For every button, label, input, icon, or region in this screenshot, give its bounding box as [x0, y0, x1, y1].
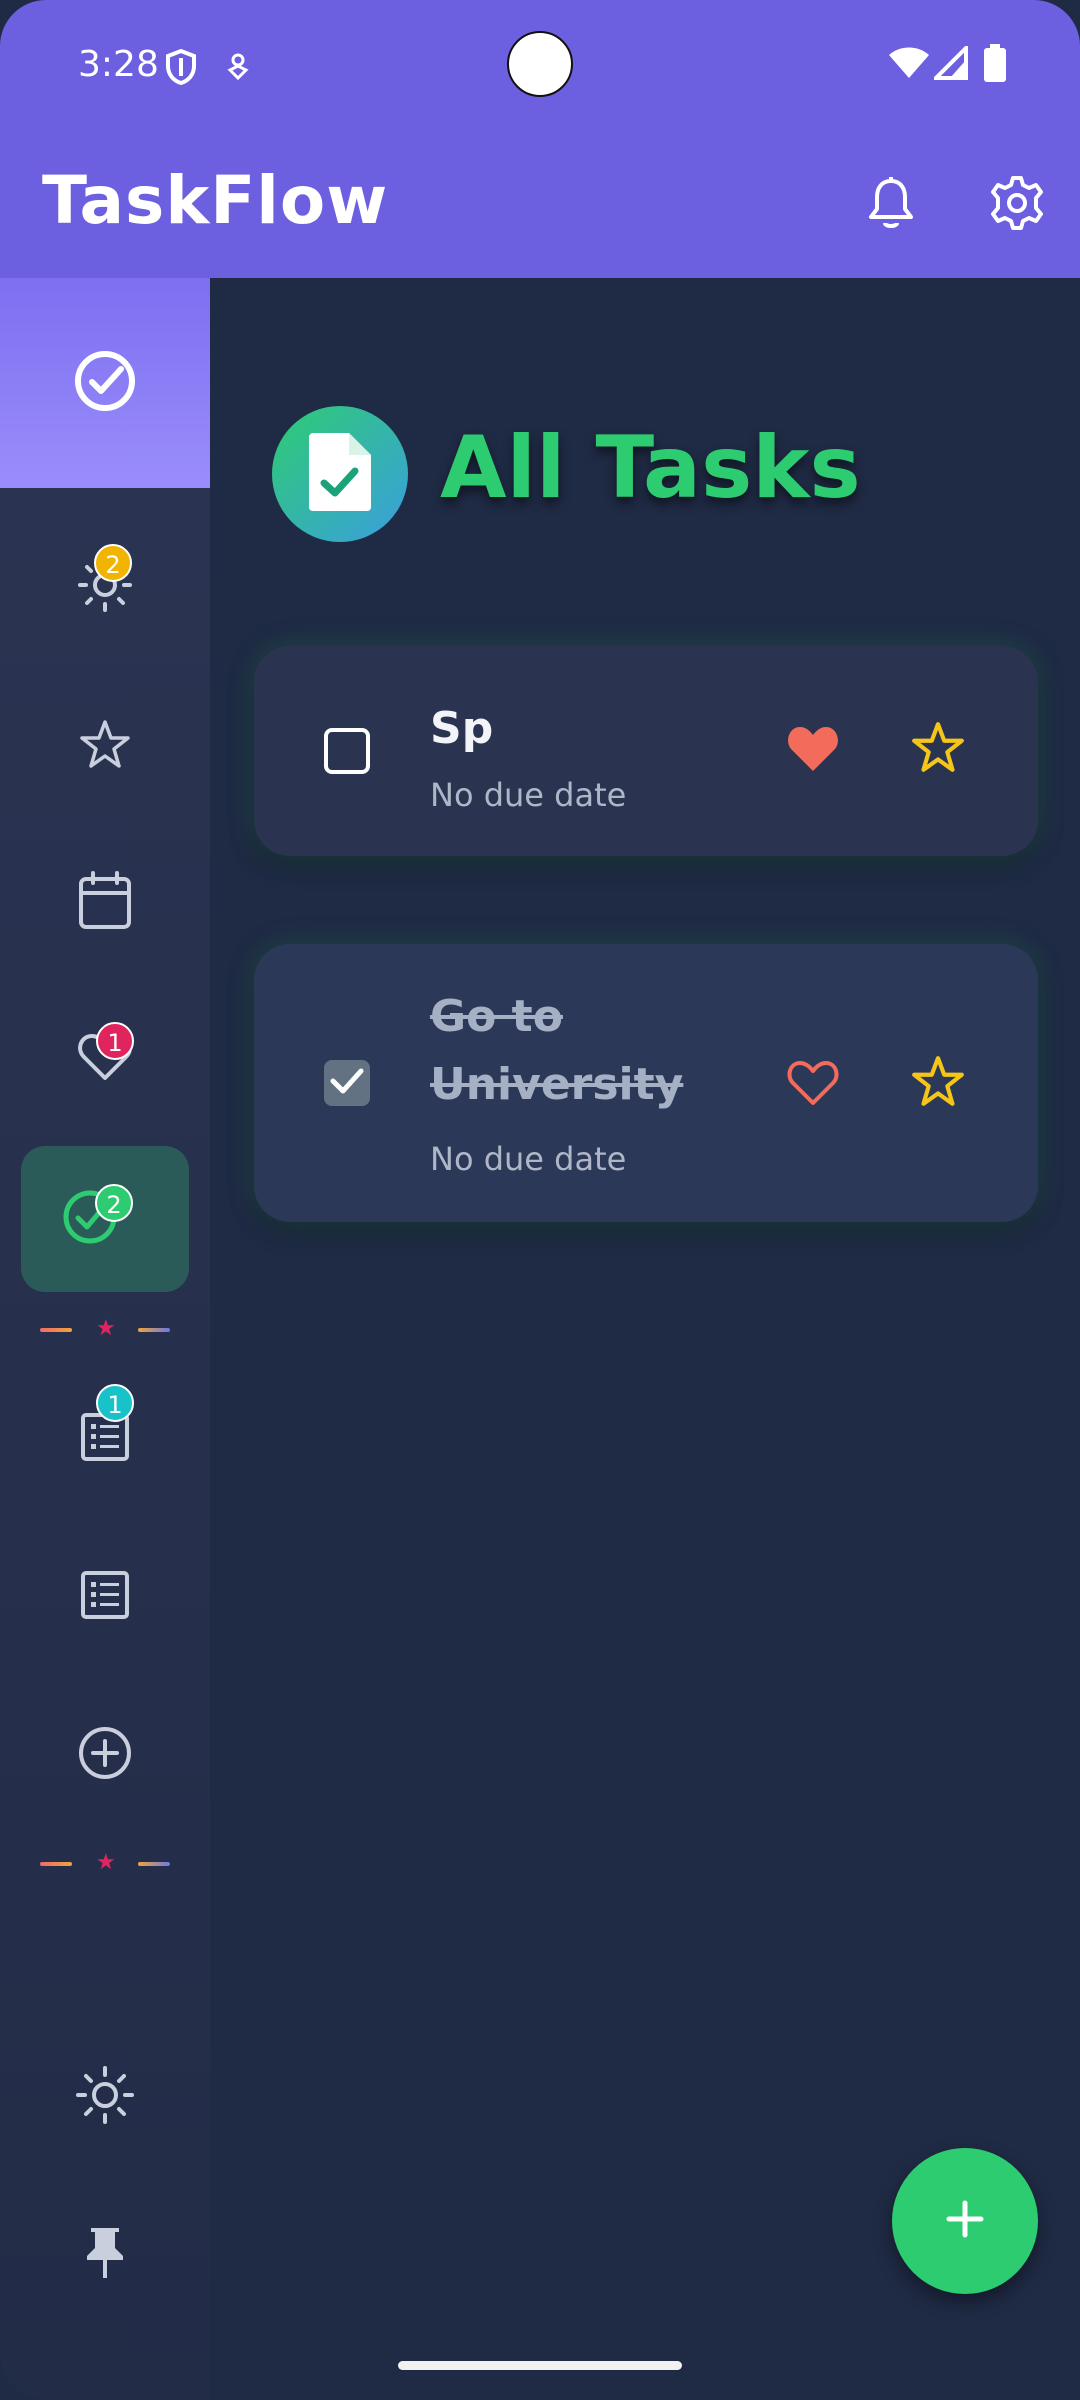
star-icon — [78, 718, 132, 776]
favorite-toggle[interactable] — [784, 1056, 842, 1114]
sidebar-item-calendar[interactable] — [0, 838, 210, 968]
status-time: 3:28 — [78, 44, 159, 85]
page-icon-circle — [272, 406, 408, 542]
notification-dot-icon — [226, 52, 250, 86]
sidebar-item-pin[interactable] — [0, 2190, 210, 2320]
notifications-button[interactable] — [856, 170, 926, 240]
sidebar-item-completed[interactable]: 2 — [21, 1146, 189, 1292]
sidebar-divider: ★ — [40, 1850, 170, 1875]
app-screen: 3:28 TaskFlow 2 1 2 ★ 1 ★ All Tasks Sp N… — [0, 0, 1080, 2400]
sidebar-item-lists[interactable]: 1 — [0, 1374, 210, 1504]
sidebar: 2 1 2 ★ 1 ★ — [0, 278, 210, 2400]
calendar-icon — [77, 871, 133, 935]
sidebar-item-theme[interactable] — [0, 2032, 210, 2162]
favorite-toggle[interactable] — [784, 722, 842, 780]
add-circle-icon — [77, 1725, 133, 1785]
task-checkbox[interactable] — [324, 728, 370, 774]
front-camera — [507, 31, 573, 97]
settings-button[interactable] — [982, 170, 1052, 240]
task-document-icon — [307, 431, 373, 517]
task-due-date: No due date — [430, 1140, 627, 1178]
sidebar-item-important[interactable] — [0, 682, 210, 812]
home-indicator[interactable] — [398, 2361, 682, 2370]
sidebar-item-all-tasks[interactable] — [0, 278, 210, 488]
app-title: TaskFlow — [42, 162, 389, 239]
star-toggle[interactable] — [908, 720, 968, 780]
favorites-count-badge: 1 — [96, 1022, 134, 1060]
task-title: Go to — [430, 991, 563, 1042]
battery-icon — [984, 44, 1006, 86]
wifi-icon — [888, 46, 930, 84]
add-task-button[interactable] — [892, 2148, 1038, 2294]
heart-outline-icon — [785, 1058, 841, 1112]
today-count-badge: 2 — [94, 544, 132, 582]
list-alt-icon — [79, 1569, 131, 1625]
sidebar-divider: ★ — [40, 1316, 170, 1341]
checkmark-icon — [329, 1066, 365, 1100]
check-circle-icon — [73, 349, 137, 417]
sidebar-item-add-list[interactable] — [0, 1690, 210, 1820]
star-outline-icon — [910, 1054, 966, 1114]
signal-icon — [931, 43, 968, 84]
star-toggle[interactable] — [908, 1054, 968, 1114]
task-checkbox-checked[interactable] — [324, 1060, 370, 1106]
brightness-icon — [75, 2065, 135, 2129]
main-content: All Tasks Sp No due date Go to Universit… — [210, 278, 1080, 2400]
heart-filled-icon — [785, 724, 841, 778]
task-due-date: No due date — [430, 776, 627, 814]
sidebar-item-favorites[interactable]: 1 — [0, 994, 210, 1124]
task-title: University — [430, 1059, 684, 1110]
pin-icon — [83, 2224, 127, 2286]
page-title: All Tasks — [440, 418, 861, 518]
task-card[interactable]: Go to University No due date — [254, 944, 1038, 1222]
app-bar: 3:28 TaskFlow — [0, 0, 1080, 278]
completed-count-badge: 2 — [95, 1184, 133, 1222]
bell-icon — [865, 175, 917, 235]
sidebar-item-today[interactable]: 2 — [0, 522, 210, 652]
plus-icon — [943, 2197, 987, 2245]
gear-icon — [988, 174, 1046, 236]
task-card[interactable]: Sp No due date — [254, 646, 1038, 856]
shield-icon — [164, 48, 198, 90]
star-outline-icon — [910, 720, 966, 780]
lists-count-badge: 1 — [96, 1384, 134, 1422]
sidebar-item-list-view[interactable] — [0, 1532, 210, 1662]
task-title: Sp — [430, 703, 494, 754]
